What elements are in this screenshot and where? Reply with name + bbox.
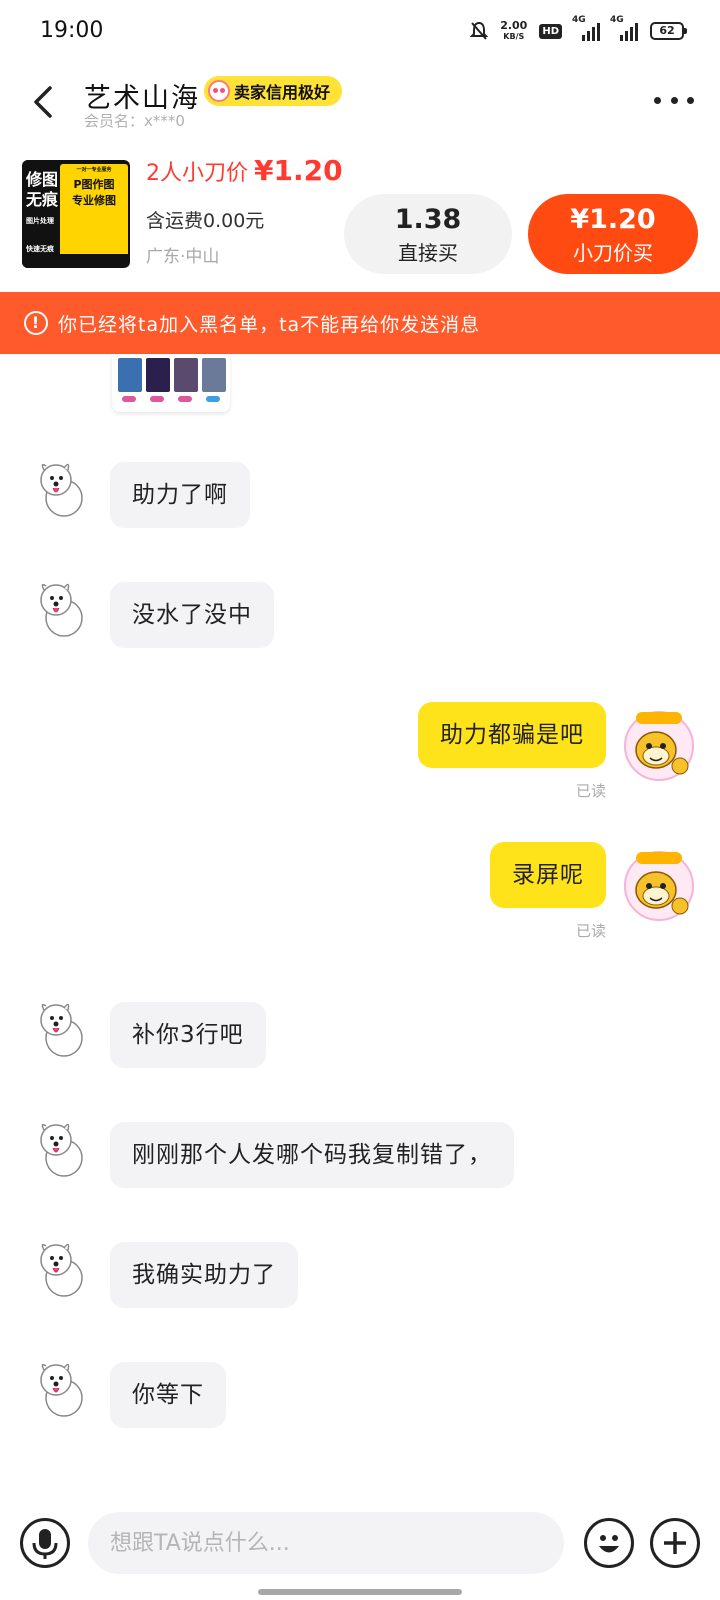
member-name: 会员名：x***0 bbox=[84, 112, 185, 130]
thumb-text: 专业修图 bbox=[72, 194, 116, 207]
chat-header: 艺术山海 卖家信用极好 会员名：x***0 bbox=[0, 62, 720, 142]
cut-button-price: ¥1.20 bbox=[570, 204, 656, 235]
thumb-text: 修图 bbox=[26, 170, 59, 189]
dog-avatar-icon[interactable] bbox=[30, 998, 92, 1060]
status-time: 19:00 bbox=[40, 18, 104, 43]
blacklist-banner: ! 你已经将ta加入黑名单，ta不能再给你发送消息 bbox=[0, 292, 720, 354]
back-button[interactable] bbox=[28, 82, 58, 122]
message-bubble[interactable]: 我确实助力了 bbox=[110, 1242, 298, 1308]
signal-1-label: 4G bbox=[572, 15, 586, 25]
dog-avatar-icon[interactable] bbox=[30, 578, 92, 640]
message-bubble-own[interactable]: 录屏呢 bbox=[490, 842, 606, 908]
home-indicator[interactable] bbox=[258, 1589, 462, 1595]
network-speed-value: 2.00 bbox=[500, 19, 528, 32]
location: 广东·中山 bbox=[146, 247, 220, 267]
network-speed: 2.00 KB/S bbox=[500, 20, 527, 42]
cut-price-title: 2人小刀价 ¥1.20 bbox=[146, 154, 343, 187]
battery-icon: 62 bbox=[650, 22, 687, 40]
voice-button[interactable] bbox=[20, 1518, 70, 1568]
read-status: 已读 bbox=[576, 922, 607, 940]
back-arrow-icon bbox=[34, 86, 52, 118]
shipping-info: 含运费0.00元 bbox=[146, 210, 265, 232]
monkey-avatar-icon[interactable] bbox=[620, 846, 698, 924]
dog-avatar-icon[interactable] bbox=[30, 1358, 92, 1420]
hd-badge: HD bbox=[539, 23, 562, 39]
message-input[interactable] bbox=[88, 1512, 564, 1574]
blacklist-text: 你已经将ta加入黑名单，ta不能再给你发送消息 bbox=[58, 313, 481, 336]
thumb-text: 一对一专业服务 bbox=[76, 167, 112, 173]
network-speed-unit: KB/S bbox=[503, 32, 525, 41]
microphone-icon bbox=[32, 1529, 58, 1559]
message-bubble[interactable]: 没水了没中 bbox=[110, 582, 274, 648]
product-card[interactable]: 修图 无痕 图片处理 快速无痕 一对一专业服务 P图作图 专业修图 2人小刀价 ¥… bbox=[0, 148, 720, 278]
more-button[interactable] bbox=[654, 90, 694, 110]
plus-icon bbox=[664, 1532, 686, 1554]
emoji-button[interactable] bbox=[584, 1518, 634, 1568]
emoji-icon bbox=[599, 1535, 619, 1553]
status-bar: 19:00 2.00 KB/S HD 4G 4G 62 bbox=[0, 0, 720, 62]
credit-badge-label: 卖家信用极好 bbox=[234, 83, 331, 102]
message-bubble[interactable]: 补你3行吧 bbox=[110, 1002, 266, 1068]
message-bubble[interactable]: 助力了啊 bbox=[110, 462, 250, 528]
thumb-text: 图片处理 bbox=[26, 217, 54, 225]
shared-image-message[interactable] bbox=[112, 354, 230, 412]
cut-price-buy-button[interactable]: ¥1.20 小刀价买 bbox=[528, 194, 698, 274]
signal-icon: 4G bbox=[572, 15, 600, 41]
thumb-text: 快速无痕 bbox=[26, 245, 54, 253]
thumb-text: 无痕 bbox=[26, 190, 59, 209]
mute-bell-icon bbox=[470, 21, 489, 40]
cut-button-label: 小刀价买 bbox=[573, 241, 653, 265]
direct-buy-button[interactable]: 1.38 直接买 bbox=[344, 194, 512, 274]
cut-price: ¥1.20 bbox=[254, 154, 343, 187]
message-bubble[interactable]: 刚刚那个人发哪个码我复制错了， bbox=[110, 1122, 514, 1188]
direct-price: 1.38 bbox=[394, 204, 462, 235]
thumb-text: P图作图 bbox=[73, 178, 115, 191]
credit-badge: 卖家信用极好 bbox=[204, 76, 343, 106]
dog-avatar-icon[interactable] bbox=[30, 1238, 92, 1300]
cut-title: 2人小刀价 bbox=[146, 161, 248, 186]
signal-icon: 4G bbox=[610, 15, 638, 41]
warning-icon: ! bbox=[24, 311, 48, 335]
monkey-avatar-icon[interactable] bbox=[620, 706, 698, 784]
read-status: 已读 bbox=[576, 782, 607, 800]
more-actions-button[interactable] bbox=[650, 1518, 700, 1568]
dog-avatar-icon[interactable] bbox=[30, 458, 92, 520]
direct-buy-label: 直接买 bbox=[398, 241, 458, 265]
message-bubble-own[interactable]: 助力都骗是吧 bbox=[418, 702, 606, 768]
input-bar bbox=[0, 1512, 720, 1584]
smile-emoji-icon bbox=[208, 80, 230, 102]
more-icon bbox=[654, 96, 661, 104]
message-bubble[interactable]: 你等下 bbox=[110, 1362, 226, 1428]
status-icons: 2.00 KB/S HD 4G 4G 62 bbox=[470, 15, 687, 44]
dog-avatar-icon[interactable] bbox=[30, 1118, 92, 1180]
signal-2-label: 4G bbox=[610, 15, 624, 25]
product-thumbnail[interactable]: 修图 无痕 图片处理 快速无痕 一对一专业服务 P图作图 专业修图 bbox=[22, 160, 130, 268]
